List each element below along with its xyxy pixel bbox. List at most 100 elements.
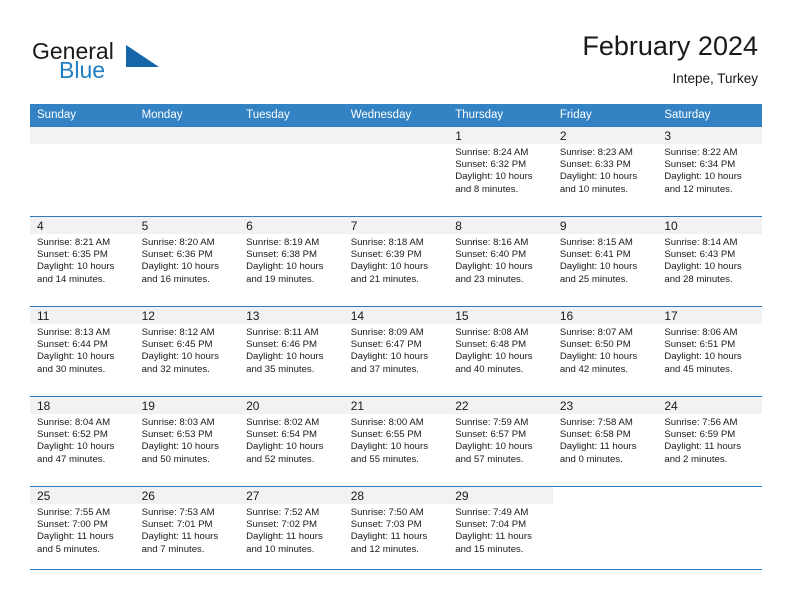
day-details: Sunrise: 8:14 AM Sunset: 6:43 PM Daylight:… (657, 234, 762, 286)
sunrise-text: Sunrise: 8:08 AM (455, 327, 529, 338)
day-number (30, 127, 135, 144)
calendar-week-row: 11 Sunrise: 8:13 AM Sunset: 6:44 PM Dayligh… (30, 306, 762, 397)
day-cell-inner: 20 Sunrise: 8:02 AM Sunset: 6:54 PM Dayligh… (239, 397, 344, 486)
daylight-text-line2: and 40 minutes. (455, 363, 524, 375)
calendar-day-cell[interactable]: 13 Sunrise: 8:11 AM Sunset: 6:46 PM Dayligh… (239, 306, 344, 397)
day-cell-inner: 11 Sunrise: 8:13 AM Sunset: 6:44 PM Dayligh… (30, 307, 135, 396)
day-number: 27 (239, 487, 344, 504)
calendar-day-cell[interactable]: 15 Sunrise: 8:08 AM Sunset: 6:48 PM Dayligh… (448, 306, 553, 397)
day-cell-inner: 10 Sunrise: 8:14 AM Sunset: 6:43 PM Dayligh… (657, 217, 762, 306)
sunset-text: Sunset: 7:04 PM (455, 519, 527, 531)
sunset-text: Sunset: 6:47 PM (350, 339, 422, 351)
calendar-day-cell[interactable]: 18 Sunrise: 8:04 AM Sunset: 6:52 PM Dayligh… (30, 396, 135, 487)
day-cell-inner (657, 487, 762, 576)
calendar-day-cell[interactable]: 6 Sunrise: 8:19 AM Sunset: 6:38 PM Daylight… (239, 216, 344, 307)
calendar-day-cell[interactable]: 2 Sunrise: 8:23 AM Sunset: 6:33 PM Daylight… (552, 126, 658, 217)
day-details (135, 144, 240, 147)
general-blue-logo[interactable]: General Blue (32, 38, 212, 88)
day-number: 22 (448, 397, 553, 414)
calendar-day-cell[interactable]: 26 Sunrise: 7:53 AM Sunset: 7:01 PM Dayligh… (134, 486, 240, 576)
sunset-text: Sunset: 6:38 PM (246, 249, 318, 261)
calendar-day-cell-empty (134, 126, 240, 217)
day-cell-inner: 1 Sunrise: 8:24 AM Sunset: 6:32 PM Daylight… (448, 127, 553, 216)
day-details: Sunrise: 8:04 AM Sunset: 6:52 PM Daylight:… (30, 414, 135, 466)
calendar-day-cell[interactable]: 23 Sunrise: 7:58 AM Sunset: 6:58 PM Dayligh… (552, 396, 658, 487)
day-cell-inner: 29 Sunrise: 7:49 AM Sunset: 7:04 PM Dayligh… (448, 487, 553, 576)
day-number: 23 (552, 397, 658, 414)
daylight-text-line1: Daylight: 11 hours (664, 441, 741, 453)
calendar-day-cell[interactable]: 22 Sunrise: 7:59 AM Sunset: 6:57 PM Dayligh… (448, 396, 553, 487)
daylight-text-line2: and 7 minutes. (141, 543, 205, 555)
day-details: Sunrise: 7:55 AM Sunset: 7:00 PM Daylight:… (30, 504, 135, 556)
daylight-text-line2: and 12 minutes. (350, 543, 419, 555)
day-details: Sunrise: 7:49 AM Sunset: 7:04 PM Daylight:… (448, 504, 553, 556)
daylight-text-line1: Daylight: 10 hours (37, 261, 115, 273)
calendar-day-cell[interactable]: 12 Sunrise: 8:12 AM Sunset: 6:45 PM Dayligh… (134, 306, 240, 397)
day-number: 5 (134, 217, 240, 234)
day-cell-inner: 15 Sunrise: 8:08 AM Sunset: 6:48 PM Dayligh… (448, 307, 553, 396)
daylight-text-line2: and 28 minutes. (664, 273, 733, 285)
daylight-text-line1: Daylight: 10 hours (350, 351, 429, 363)
day-details: Sunrise: 8:20 AM Sunset: 6:36 PM Daylight:… (135, 234, 240, 286)
sunrise-text: Sunrise: 8:16 AM (455, 237, 529, 248)
day-number: 21 (343, 397, 449, 414)
calendar-day-cell[interactable]: 9 Sunrise: 8:15 AM Sunset: 6:41 PM Daylight… (552, 216, 658, 307)
daylight-text-line1: Daylight: 10 hours (37, 441, 115, 453)
daylight-text-line1: Daylight: 10 hours (559, 261, 638, 273)
day-details: Sunrise: 8:06 AM Sunset: 6:51 PM Daylight:… (657, 324, 762, 376)
day-number (134, 127, 240, 144)
calendar-day-cell[interactable]: 24 Sunrise: 7:56 AM Sunset: 6:59 PM Dayligh… (657, 396, 762, 487)
calendar-day-cell-empty (30, 126, 135, 217)
day-details: Sunrise: 8:22 AM Sunset: 6:34 PM Daylight:… (657, 144, 762, 196)
calendar-week-row: 1 Sunrise: 8:24 AM Sunset: 6:32 PM Daylight… (30, 126, 762, 217)
day-number: 17 (657, 307, 762, 324)
calendar-day-cell[interactable]: 21 Sunrise: 8:00 AM Sunset: 6:55 PM Dayligh… (343, 396, 449, 487)
calendar-day-cell[interactable]: 10 Sunrise: 8:14 AM Sunset: 6:43 PM Dayligh… (657, 216, 762, 307)
day-cell-inner: 18 Sunrise: 8:04 AM Sunset: 6:52 PM Dayligh… (30, 397, 135, 486)
day-details: Sunrise: 8:08 AM Sunset: 6:48 PM Daylight:… (448, 324, 553, 376)
calendar-day-cell[interactable]: 11 Sunrise: 8:13 AM Sunset: 6:44 PM Dayligh… (30, 306, 135, 397)
sunset-text: Sunset: 6:53 PM (141, 429, 213, 441)
daylight-text-line2: and 2 minutes. (664, 453, 728, 465)
sunset-text: Sunset: 6:58 PM (559, 429, 631, 441)
calendar-day-cell[interactable]: 1 Sunrise: 8:24 AM Sunset: 6:32 PM Daylight… (448, 126, 553, 217)
sunset-text: Sunset: 7:00 PM (37, 519, 108, 531)
calendar-day-cell[interactable]: 28 Sunrise: 7:50 AM Sunset: 7:03 PM Dayligh… (343, 486, 449, 576)
calendar-day-cell[interactable]: 19 Sunrise: 8:03 AM Sunset: 6:53 PM Dayligh… (134, 396, 240, 487)
day-cell-inner: 4 Sunrise: 8:21 AM Sunset: 6:35 PM Daylight… (30, 217, 135, 306)
weekday-header-sunday: Sunday (30, 104, 135, 127)
calendar-day-cell[interactable]: 7 Sunrise: 8:18 AM Sunset: 6:39 PM Daylight… (343, 216, 449, 307)
calendar-day-cell[interactable]: 17 Sunrise: 8:06 AM Sunset: 6:51 PM Dayligh… (657, 306, 762, 397)
calendar-day-cell[interactable]: 25 Sunrise: 7:55 AM Sunset: 7:00 PM Dayligh… (30, 486, 135, 576)
daylight-text-line2: and 25 minutes. (559, 273, 629, 285)
calendar-day-cell[interactable]: 8 Sunrise: 8:16 AM Sunset: 6:40 PM Daylight… (448, 216, 553, 307)
sunset-text: Sunset: 6:43 PM (664, 249, 736, 261)
calendar-day-cell[interactable]: 20 Sunrise: 8:02 AM Sunset: 6:54 PM Dayligh… (239, 396, 344, 487)
daylight-text-line1: Daylight: 10 hours (350, 261, 429, 273)
day-cell-inner: 25 Sunrise: 7:55 AM Sunset: 7:00 PM Dayligh… (30, 487, 135, 576)
calendar-day-cell[interactable]: 5 Sunrise: 8:20 AM Sunset: 6:36 PM Daylight… (134, 216, 240, 307)
daylight-text-line1: Daylight: 10 hours (141, 351, 219, 363)
daylight-text-line2: and 57 minutes. (455, 453, 524, 465)
sunrise-text: Sunrise: 7:52 AM (246, 507, 320, 518)
calendar-day-cell[interactable]: 3 Sunrise: 8:22 AM Sunset: 6:34 PM Daylight… (657, 126, 762, 217)
sunset-text: Sunset: 6:33 PM (559, 159, 631, 171)
sunrise-text: Sunrise: 8:21 AM (37, 237, 111, 248)
sunrise-text: Sunrise: 7:59 AM (455, 417, 529, 428)
calendar-day-cell[interactable]: 29 Sunrise: 7:49 AM Sunset: 7:04 PM Dayligh… (448, 486, 553, 576)
day-number: 13 (239, 307, 344, 324)
calendar-day-cell[interactable]: 4 Sunrise: 8:21 AM Sunset: 6:35 PM Daylight… (30, 216, 135, 307)
daylight-text-line1: Daylight: 10 hours (664, 171, 742, 183)
calendar-day-cell[interactable]: 27 Sunrise: 7:52 AM Sunset: 7:02 PM Dayligh… (239, 486, 344, 576)
sunrise-text: Sunrise: 7:50 AM (350, 507, 424, 518)
daylight-text-line1: Daylight: 10 hours (559, 351, 638, 363)
calendar-day-cell[interactable]: 14 Sunrise: 8:09 AM Sunset: 6:47 PM Dayligh… (343, 306, 449, 397)
day-number: 25 (30, 487, 135, 504)
day-details: Sunrise: 8:00 AM Sunset: 6:55 PM Daylight:… (344, 414, 449, 466)
day-details: Sunrise: 7:58 AM Sunset: 6:58 PM Daylight:… (553, 414, 658, 466)
day-cell-inner: 21 Sunrise: 8:00 AM Sunset: 6:55 PM Dayligh… (343, 397, 449, 486)
day-cell-inner: 12 Sunrise: 8:12 AM Sunset: 6:45 PM Dayligh… (134, 307, 240, 396)
calendar-day-cell[interactable]: 16 Sunrise: 8:07 AM Sunset: 6:50 PM Dayligh… (552, 306, 658, 397)
day-cell-inner: 28 Sunrise: 7:50 AM Sunset: 7:03 PM Dayligh… (343, 487, 449, 576)
logo-text-blue: Blue (59, 57, 106, 83)
